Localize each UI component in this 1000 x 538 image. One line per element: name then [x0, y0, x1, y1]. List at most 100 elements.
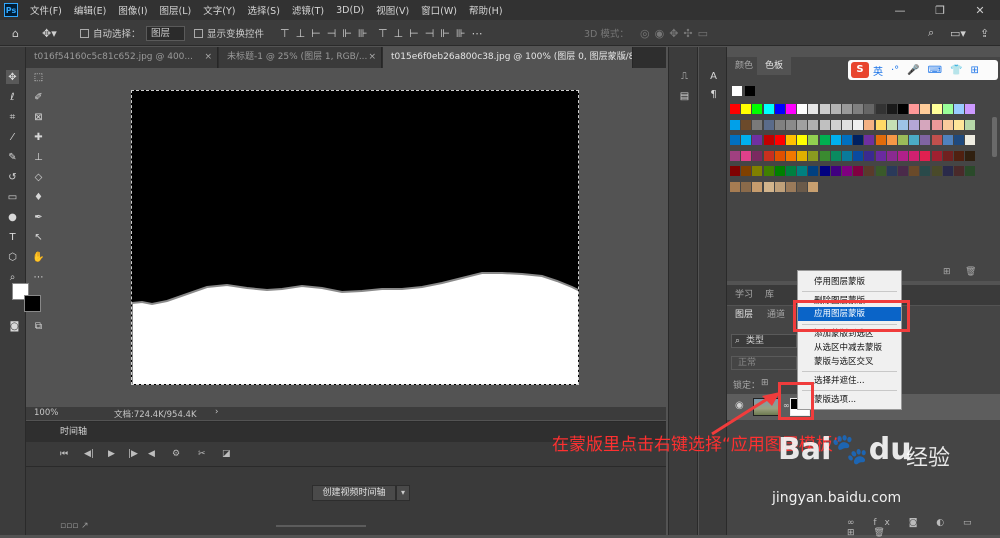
auto-select-toggle[interactable]: 自动选择：: [80, 25, 141, 41]
dodge-tool-icon[interactable]: ●: [6, 210, 19, 224]
color-swatch[interactable]: [965, 119, 976, 130]
settings-gear-icon[interactable]: ⚙: [172, 449, 180, 459]
menu-layer[interactable]: 图层(L): [154, 3, 198, 17]
audio-icon[interactable]: ◀: [148, 449, 155, 459]
keyboard-icon[interactable]: ⌨: [928, 65, 942, 76]
color-swatch[interactable]: [909, 150, 920, 161]
color-swatch[interactable]: [774, 181, 785, 192]
color-swatch[interactable]: [774, 166, 785, 176]
color-swatch[interactable]: [819, 166, 830, 176]
more-tools-icon[interactable]: ⋯: [32, 270, 45, 284]
auto-select-dropdown[interactable]: 图层: [146, 25, 186, 41]
move-tool-icon[interactable]: ✥: [6, 70, 19, 84]
sogou-logo-icon[interactable]: S: [851, 62, 869, 78]
color-swatch[interactable]: [931, 166, 942, 176]
menu-file[interactable]: 文件(F): [24, 3, 68, 17]
character-panel-icon[interactable]: A: [707, 69, 720, 83]
history-brush-icon[interactable]: ↺: [6, 170, 19, 184]
home-icon[interactable]: ⌂: [12, 25, 19, 41]
color-swatch[interactable]: [808, 135, 819, 145]
color-swatch[interactable]: [763, 166, 774, 176]
paragraph-panel-icon[interactable]: ¶: [707, 87, 720, 101]
color-swatch[interactable]: [898, 104, 908, 114]
lasso-tool-icon[interactable]: ℓ: [6, 90, 19, 104]
prev-frame-icon[interactable]: ◀|: [84, 449, 94, 459]
color-swatch[interactable]: [965, 104, 976, 114]
history-panel-icon[interactable]: ⎍: [678, 69, 691, 83]
color-swatch[interactable]: [730, 104, 740, 114]
color-swatch[interactable]: [853, 166, 864, 176]
color-swatch[interactable]: [842, 119, 852, 130]
menu-disable-layer-mask[interactable]: 停用图层蒙版: [798, 275, 901, 289]
menu-view[interactable]: 视图(V): [370, 3, 415, 17]
color-swatch[interactable]: [886, 135, 897, 145]
color-swatch[interactable]: [875, 104, 886, 114]
menu-image[interactable]: 图像(I): [112, 3, 153, 17]
menu-intersect-mask-with-selection[interactable]: 蒙版与选区交叉: [798, 355, 901, 369]
color-swatch[interactable]: [786, 119, 796, 130]
color-swatch[interactable]: [942, 119, 953, 130]
color-swatch[interactable]: [853, 150, 864, 161]
color-swatch[interactable]: [864, 150, 875, 161]
color-swatch[interactable]: [864, 135, 875, 145]
quick-mask-icon[interactable]: ◙: [8, 319, 21, 333]
color-swatch[interactable]: [898, 119, 908, 130]
split-scissors-icon[interactable]: ✂: [198, 449, 206, 459]
eyedropper-tool-icon[interactable]: ⁄: [6, 130, 19, 144]
color-swatch[interactable]: [730, 181, 740, 192]
color-swatch[interactable]: [853, 135, 864, 145]
color-swatch[interactable]: [864, 104, 875, 114]
mic-icon[interactable]: 🎤: [907, 65, 919, 76]
ime-mode[interactable]: 英: [873, 63, 883, 78]
transform-controls-toggle[interactable]: 显示变换控件: [194, 25, 264, 41]
screen-mode-icon[interactable]: ⧉: [32, 319, 45, 333]
blend-mode-dropdown[interactable]: 正常: [731, 356, 797, 370]
color-swatch[interactable]: [741, 166, 752, 176]
color-swatch[interactable]: [819, 104, 830, 114]
color-swatch[interactable]: [763, 150, 774, 161]
color-swatch[interactable]: [819, 135, 830, 145]
blur-tool-icon[interactable]: ♦: [32, 190, 45, 204]
color-swatch[interactable]: [797, 150, 808, 161]
color-swatch[interactable]: [920, 150, 931, 161]
auto-select-checkbox[interactable]: [80, 28, 89, 38]
color-swatch[interactable]: [774, 135, 785, 145]
menu-type[interactable]: 文字(Y): [197, 3, 241, 17]
color-swatch[interactable]: [965, 135, 976, 145]
eraser-tool-icon[interactable]: ◇: [32, 170, 45, 184]
share-icon[interactable]: ⇪: [980, 25, 989, 41]
menu-edit[interactable]: 编辑(E): [68, 3, 112, 17]
color-swatch[interactable]: [875, 166, 886, 176]
color-swatch[interactable]: [886, 150, 897, 161]
crop-tool-icon[interactable]: ⌗: [6, 110, 19, 124]
color-swatch[interactable]: [920, 104, 931, 114]
color-swatch[interactable]: [965, 150, 976, 161]
color-swatch[interactable]: [954, 135, 964, 145]
color-swatch[interactable]: [842, 104, 852, 114]
color-swatch[interactable]: [942, 135, 953, 145]
stamp-tool-icon[interactable]: ⊥: [32, 150, 45, 164]
tab-swatches[interactable]: 色板: [757, 57, 792, 75]
color-swatch[interactable]: [741, 135, 752, 145]
distribute-icons[interactable]: ⊤⊥⊢⊣⊩⊪⋯: [378, 25, 489, 41]
properties-panel-icon[interactable]: ▤: [678, 89, 691, 103]
frame-tool-icon[interactable]: ⊠: [32, 110, 45, 124]
timeline-footer-icons[interactable]: ▫▫▫ ↗: [60, 521, 89, 531]
gradient-tool-icon[interactable]: ▭: [6, 190, 19, 204]
color-swatch[interactable]: [842, 135, 852, 145]
color-swatch[interactable]: [730, 150, 740, 161]
color-swatch[interactable]: [931, 119, 942, 130]
menu-window[interactable]: 窗口(W): [415, 3, 463, 17]
tab-document-2[interactable]: 未标题-1 @ 25% (图层 1, RGB/... ×: [219, 47, 382, 68]
swatch-scrollbar[interactable]: [992, 117, 997, 157]
color-swatch[interactable]: [752, 135, 763, 145]
layer-filter-dropdown[interactable]: ⌕ 类型: [731, 334, 797, 348]
tab-learn[interactable]: 学习: [727, 285, 761, 305]
brush-tool-icon[interactable]: ✎: [6, 150, 19, 164]
color-swatch[interactable]: [886, 166, 897, 176]
color-swatch[interactable]: [786, 135, 796, 145]
minimize-button[interactable]: —: [880, 0, 920, 20]
shirt-icon[interactable]: 👕: [950, 65, 962, 76]
marquee-tool-icon[interactable]: ⬚: [32, 70, 45, 84]
color-swatch[interactable]: [920, 119, 931, 130]
